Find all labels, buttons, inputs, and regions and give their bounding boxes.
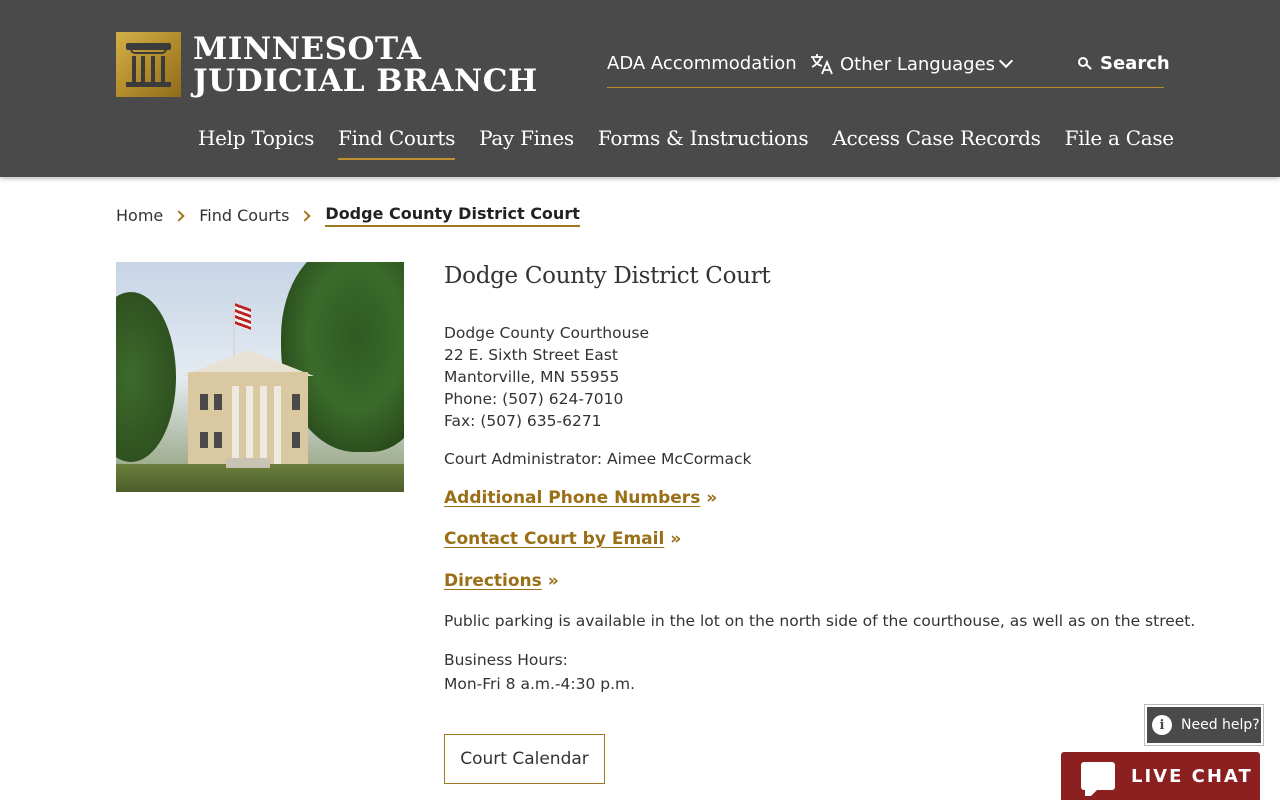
directions-link[interactable]: Directions » [444, 570, 1184, 592]
link-arrow: » [664, 529, 682, 549]
info-icon: i [1152, 715, 1172, 735]
court-details: Dodge County District Court Dodge County… [444, 262, 1196, 696]
hours-label: Business Hours: [444, 651, 568, 669]
chevron-right-icon [173, 209, 185, 222]
courthouse-column-icon [116, 32, 181, 97]
chevron-down-icon [998, 53, 1014, 69]
additional-phone-numbers-link[interactable]: Additional Phone Numbers » [444, 487, 1184, 509]
nav-pay-fines[interactable]: Pay Fines [479, 126, 574, 160]
address-city: Mantorville, MN 55955 [444, 368, 620, 386]
main-nav: Help Topics Find Courts Pay Fines Forms … [198, 126, 1174, 160]
search-button[interactable]: Search [1078, 53, 1170, 74]
contact-court-email-link[interactable]: Contact Court by Email » [444, 528, 1184, 550]
logo-wordmark: MINNESOTA JUDICIAL BRANCH [193, 33, 538, 97]
nav-help-topics[interactable]: Help Topics [198, 126, 314, 160]
address-street: 22 E. Sixth Street East [444, 346, 618, 364]
site-logo[interactable]: MINNESOTA JUDICIAL BRANCH [116, 32, 538, 97]
court-address: Dodge County Courthouse 22 E. Sixth Stre… [444, 322, 1184, 432]
utility-bar: ADA Accommodation Other Languages Search [607, 50, 1170, 88]
translate-icon [810, 53, 834, 75]
breadcrumb: Home Find Courts Dodge County District C… [116, 204, 580, 227]
need-help-label: Need help? [1181, 717, 1260, 733]
search-icon [1078, 56, 1092, 71]
chevron-right-icon [299, 209, 312, 222]
nav-forms-instructions[interactable]: Forms & Instructions [598, 126, 809, 160]
parking-info: Public parking is available in the lot o… [444, 612, 1196, 630]
other-languages-dropdown[interactable]: Other Languages [810, 53, 1014, 75]
search-label: Search [1100, 53, 1170, 74]
chat-bubble-icon [1081, 762, 1115, 796]
fax-number: Fax: (507) 635-6271 [444, 412, 602, 430]
breadcrumb-home[interactable]: Home [116, 206, 163, 225]
courthouse-photo [116, 262, 404, 492]
logo-line-2: JUDICIAL BRANCH [193, 62, 538, 99]
business-hours: Business Hours: Mon-Fri 8 a.m.-4:30 p.m. [444, 648, 1184, 696]
address-building: Dodge County Courthouse [444, 324, 650, 342]
logo-line-1: MINNESOTA [193, 30, 422, 67]
link-text: Directions [444, 571, 542, 591]
breadcrumb-find-courts[interactable]: Find Courts [199, 206, 289, 225]
phone-number: Phone: (507) 624-7010 [444, 390, 624, 408]
ada-accommodation-link[interactable]: ADA Accommodation [607, 53, 797, 74]
link-arrow: » [700, 488, 718, 508]
link-text: Additional Phone Numbers [444, 488, 701, 508]
other-languages-label: Other Languages [840, 53, 996, 75]
nav-find-courts[interactable]: Find Courts [338, 126, 455, 160]
nav-access-case-records[interactable]: Access Case Records [832, 126, 1041, 160]
live-chat-label: LIVE CHAT [1131, 765, 1253, 787]
live-chat-button[interactable]: LIVE CHAT [1061, 752, 1260, 800]
page-title: Dodge County District Court [444, 263, 771, 289]
link-arrow: » [541, 571, 559, 591]
need-help-button[interactable]: i Need help? [1145, 705, 1263, 745]
hours-value: Mon-Fri 8 a.m.-4:30 p.m. [444, 675, 636, 693]
court-calendar-button[interactable]: Court Calendar [444, 734, 605, 784]
site-header: MINNESOTA JUDICIAL BRANCH ADA Accommodat… [0, 0, 1280, 177]
breadcrumb-current: Dodge County District Court [325, 204, 580, 227]
link-text: Contact Court by Email [444, 529, 665, 549]
court-administrator: Court Administrator: Aimee McCormack [444, 450, 752, 468]
nav-file-a-case[interactable]: File a Case [1065, 126, 1174, 160]
